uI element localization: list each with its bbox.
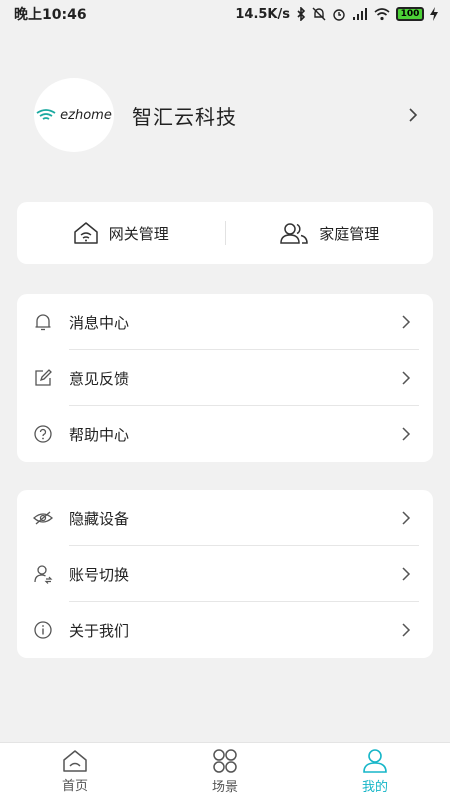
menu-item-label: 帮助中心	[69, 425, 130, 444]
bottom-tab-bar: 首页 场景 我的	[0, 742, 450, 800]
menu-item-label: 账号切换	[69, 565, 130, 584]
signal-icon	[353, 8, 367, 20]
alarm-icon	[333, 9, 345, 21]
account-switch-icon	[33, 564, 53, 584]
info-icon	[33, 620, 53, 640]
status-time: 晚上10:46	[14, 7, 87, 23]
tab-scene[interactable]: 场景	[150, 743, 300, 800]
menu-item-about[interactable]: 关于我们	[17, 602, 433, 658]
gateway-management-button[interactable]: 网关管理	[17, 221, 225, 245]
edit-icon	[33, 368, 53, 388]
profile-name: 智汇云科技	[132, 104, 237, 129]
chevron-right-icon	[409, 108, 418, 122]
menu-item-help[interactable]: 帮助中心	[17, 406, 433, 462]
menu-item-messages[interactable]: 消息中心	[17, 294, 433, 350]
chevron-right-icon	[402, 371, 411, 385]
chevron-right-icon	[402, 511, 411, 525]
avatar: ezhome	[34, 78, 114, 152]
family-management-label: 家庭管理	[319, 224, 380, 243]
chevron-right-icon	[402, 427, 411, 441]
tab-home[interactable]: 首页	[0, 743, 150, 800]
gateway-management-label: 网关管理	[108, 224, 169, 243]
tab-label: 场景	[211, 780, 238, 795]
eye-hidden-icon	[33, 508, 53, 528]
user-icon	[363, 749, 387, 773]
chevron-right-icon	[402, 315, 411, 329]
wifi-logo-icon	[36, 109, 56, 120]
management-card: 网关管理 家庭管理	[17, 202, 433, 264]
menu-item-label: 意见反馈	[69, 369, 130, 388]
chevron-right-icon	[402, 567, 411, 581]
charging-icon	[430, 7, 438, 21]
family-icon	[280, 223, 308, 244]
status-icons: 14.5K/s 100	[235, 7, 438, 22]
menu-group-1: 消息中心 意见反馈 帮助中心	[17, 294, 433, 462]
home-icon	[63, 750, 87, 772]
status-bar: 晚上10:46 14.5K/s 100	[0, 0, 450, 28]
mute-icon	[312, 7, 326, 21]
bell-icon	[33, 312, 53, 332]
tab-label: 我的	[361, 780, 388, 795]
bluetooth-icon	[297, 7, 306, 21]
chevron-right-icon	[402, 623, 411, 637]
logo-text: ezhome	[60, 107, 112, 123]
menu-item-label: 隐藏设备	[69, 509, 130, 528]
menu-item-feedback[interactable]: 意见反馈	[17, 350, 433, 406]
menu-item-switch-account[interactable]: 账号切换	[17, 546, 433, 602]
help-icon	[33, 424, 53, 444]
battery-icon: 100	[396, 7, 424, 21]
gateway-home-icon	[73, 222, 98, 244]
scene-icon	[213, 749, 237, 773]
family-management-button[interactable]: 家庭管理	[226, 221, 434, 245]
menu-item-label: 关于我们	[69, 621, 130, 640]
tab-mine[interactable]: 我的	[300, 743, 450, 800]
wifi-icon	[374, 8, 390, 21]
profile-header[interactable]: ezhome 智汇云科技	[34, 78, 420, 152]
menu-group-2: 隐藏设备 账号切换 关于我们	[17, 490, 433, 658]
network-speed: 14.5K/s	[235, 6, 290, 22]
menu-item-hidden-devices[interactable]: 隐藏设备	[17, 490, 433, 546]
tab-label: 首页	[61, 779, 88, 794]
menu-item-label: 消息中心	[69, 313, 130, 332]
